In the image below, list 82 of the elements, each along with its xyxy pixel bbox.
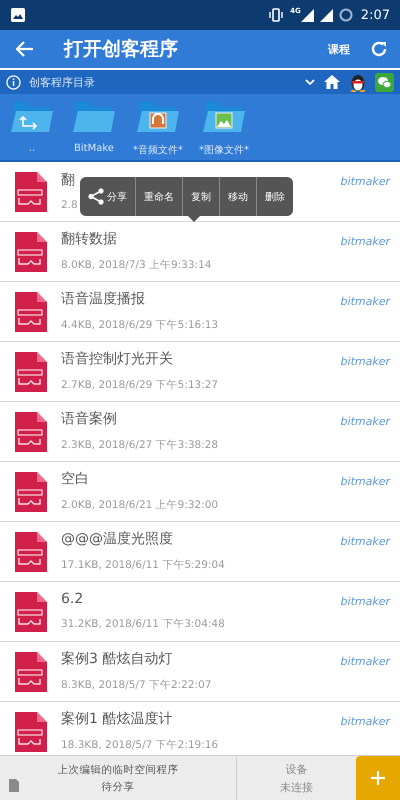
file-icon — [15, 412, 47, 452]
file-name: 6.2 — [61, 590, 84, 606]
device-label: 设备 — [286, 762, 308, 776]
folder-item[interactable]: *图像文件* — [194, 102, 254, 157]
signal-icon — [300, 8, 314, 22]
chevron-down-icon[interactable] — [305, 78, 315, 86]
file-name: 案例1 酷炫温度计 — [61, 710, 172, 728]
page-title: 打开创客程序 — [64, 37, 178, 62]
penguin-icon[interactable] — [349, 72, 367, 92]
file-icon — [15, 172, 47, 212]
menu-item[interactable]: 重命名 — [135, 177, 182, 216]
file-details: 2.7KB, 2018/6/29 下午5:13:27 — [61, 378, 218, 392]
file-details: 4.4KB, 2018/6/29 下午5:16:13 — [61, 318, 218, 332]
author-label: bitmaker — [340, 355, 390, 368]
file-details: 8.3KB, 2018/5/7 下午2:22:07 — [61, 678, 212, 692]
file-details: 2.0KB, 2018/6/21 上午9:32:00 — [61, 498, 218, 512]
author-label: bitmaker — [340, 715, 390, 728]
document-icon — [9, 779, 19, 792]
back-icon[interactable] — [16, 41, 34, 57]
author-label: bitmaker — [340, 475, 390, 488]
info-icon[interactable] — [6, 74, 21, 90]
file-icon — [15, 652, 47, 692]
chat-app-icon[interactable] — [375, 72, 394, 92]
course-button[interactable]: 课程 — [322, 38, 356, 60]
device-status: 未连接 — [280, 780, 313, 794]
file-row[interactable]: 语音控制灯光开关 2.7KB, 2018/6/29 下午5:13:27 bitmaker — [0, 342, 400, 402]
file-row[interactable]: 案例3 酷炫自动灯 8.3KB, 2018/5/7 下午2:22:07 bitmaker — [0, 642, 400, 702]
file-details: 2.8 — [61, 198, 78, 210]
file-icon — [15, 592, 47, 632]
author-label: bitmaker — [340, 655, 390, 668]
file-name: 案例3 酷炫自动灯 — [61, 650, 172, 668]
loading-icon — [338, 8, 353, 22]
share-icon — [88, 188, 104, 205]
signal-icon — [320, 8, 333, 22]
folder-icon — [11, 102, 53, 134]
file-row[interactable]: 语音案例 2.3KB, 2018/6/27 下午3:38:28 bitmaker — [0, 402, 400, 462]
author-label: bitmaker — [340, 295, 390, 308]
file-details: 2.3KB, 2018/6/27 下午3:38:28 — [61, 438, 218, 452]
recent-program-title: 上次编辑的临时空间程序 — [58, 762, 178, 776]
author-label: bitmaker — [340, 175, 390, 188]
file-row[interactable]: 语音温度播报 4.4KB, 2018/6/29 下午5:16:13 bitmaker — [0, 282, 400, 342]
author-label: bitmaker — [340, 595, 390, 608]
file-name: 空白 — [61, 470, 89, 488]
folder-icon — [203, 102, 245, 134]
file-name: 语音温度播报 — [61, 290, 145, 308]
file-name: 语音案例 — [61, 410, 117, 428]
menu-item[interactable]: 移动 — [219, 177, 256, 216]
file-name: 翻 — [61, 170, 75, 188]
file-icon — [15, 712, 47, 752]
file-icon — [15, 292, 47, 332]
file-icon — [15, 352, 47, 392]
file-details: 8.0KB, 2018/7/3 上午9:33:14 — [61, 258, 212, 272]
menu-item[interactable]: 删除 — [256, 177, 293, 216]
author-label: bitmaker — [340, 415, 390, 428]
author-label: bitmaker — [340, 235, 390, 248]
file-row[interactable]: 空白 2.0KB, 2018/6/21 上午9:32:00 bitmaker — [0, 462, 400, 522]
file-details: 31.2KB, 2018/6/11 下午3:04:48 — [61, 616, 225, 630]
file-icon — [15, 472, 47, 512]
file-name: @@@温度光照度 — [61, 530, 173, 548]
file-row[interactable]: 6.2 31.2KB, 2018/6/11 下午3:04:48 bitmaker — [0, 582, 400, 642]
plus-icon — [370, 770, 386, 786]
refresh-icon[interactable] — [370, 40, 388, 58]
author-label: bitmaker — [340, 535, 390, 548]
file-icon — [15, 232, 47, 272]
home-icon[interactable] — [323, 74, 341, 90]
recent-program-panel[interactable]: 上次编辑的临时空间程序 待分享 — [0, 756, 237, 800]
menu-item[interactable]: 分享 — [80, 177, 135, 216]
file-details: 18.3KB, 2018/5/7 下午2:19:16 — [61, 738, 218, 752]
folder-icon — [73, 102, 115, 134]
file-name: 翻转数据 — [61, 230, 117, 248]
vibrate-icon — [268, 8, 284, 22]
folder-icon — [137, 102, 179, 134]
file-row[interactable]: 翻转数据 8.0KB, 2018/7/3 上午9:33:14 bitmaker — [0, 222, 400, 282]
directory-label: 创客程序目录 — [29, 74, 95, 90]
clock: 2:07 — [360, 8, 390, 22]
file-name: 语音控制灯光开关 — [61, 350, 173, 368]
recent-program-status: 待分享 — [102, 780, 134, 794]
file-icon — [15, 532, 47, 572]
folder-item[interactable]: *音频文件* — [128, 102, 188, 157]
file-row[interactable]: @@@温度光照度 17.1KB, 2018/6/11 下午5:29:04 bitmaker — [0, 522, 400, 582]
file-details: 17.1KB, 2018/6/11 下午5:29:04 — [61, 558, 225, 572]
picture-icon — [10, 7, 26, 23]
